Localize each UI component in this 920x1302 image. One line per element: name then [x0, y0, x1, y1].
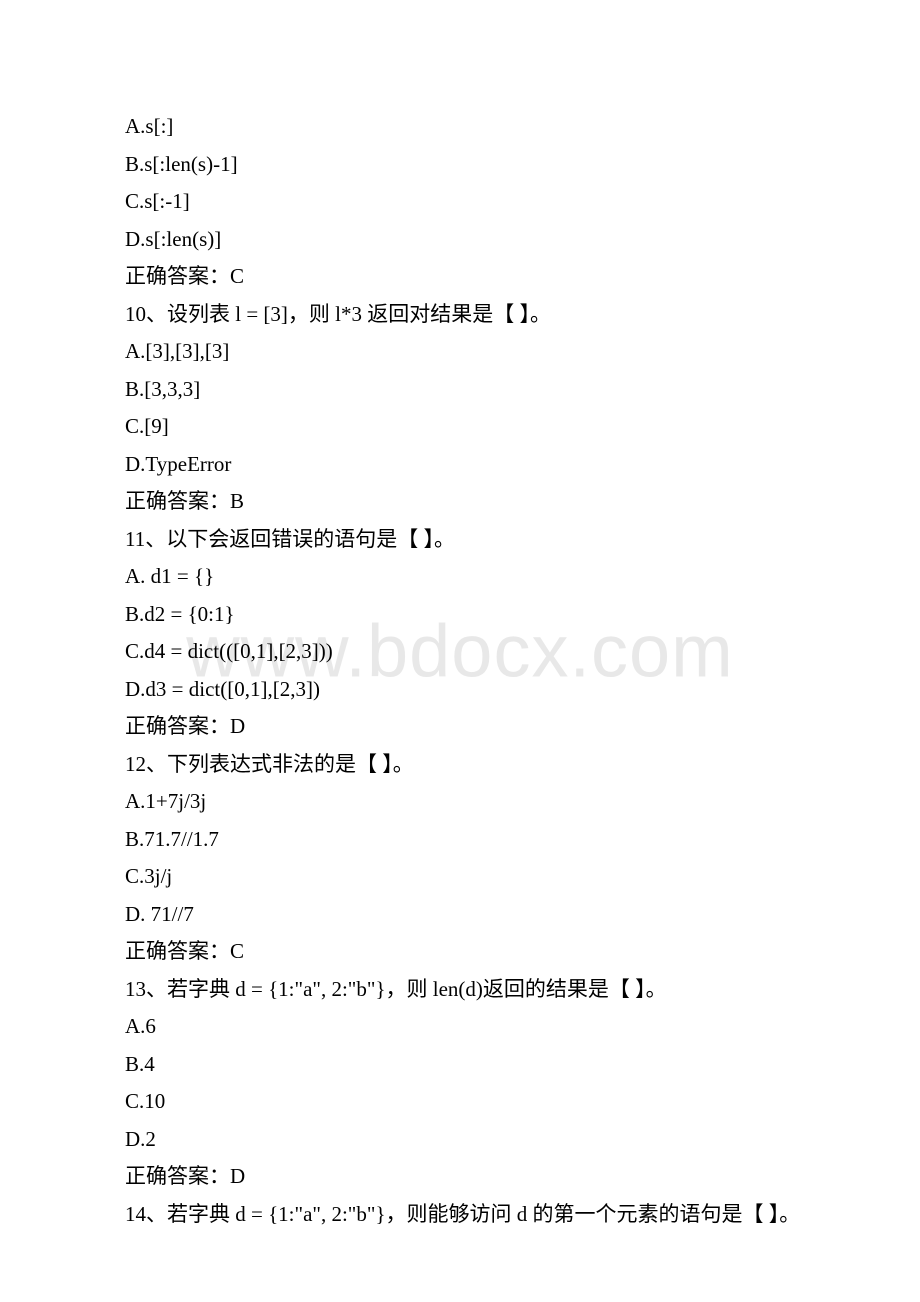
question-line: 11、以下会返回错误的语句是【 】。 [125, 521, 805, 559]
text-line: B.71.7//1.7 [125, 821, 805, 859]
text-line: A.[3],[3],[3] [125, 333, 805, 371]
text-line: A.6 [125, 1008, 805, 1046]
answer-line: 正确答案：D [125, 1158, 805, 1196]
answer-line: 正确答案：C [125, 933, 805, 971]
text-line: C.[9] [125, 408, 805, 446]
text-line: B.d2 = {0:1} [125, 596, 805, 634]
question-line: 14、若字典 d = {1:"a", 2:"b"}，则能够访问 d 的第一个元素… [125, 1196, 805, 1234]
text-line: A.s[:] [125, 108, 805, 146]
answer-line: 正确答案：C [125, 258, 805, 296]
text-line: B.[3,3,3] [125, 371, 805, 409]
text-line: B.4 [125, 1046, 805, 1084]
text-line: D. 71//7 [125, 896, 805, 934]
text-line: C.d4 = dict(([0,1],[2,3])) [125, 633, 805, 671]
text-line: A.1+7j/3j [125, 783, 805, 821]
answer-line: 正确答案：D [125, 708, 805, 746]
question-line: 12、下列表达式非法的是【 】。 [125, 746, 805, 784]
text-line: A. d1 = {} [125, 558, 805, 596]
text-line: B.s[:len(s)-1] [125, 146, 805, 184]
text-line: D.d3 = dict([0,1],[2,3]) [125, 671, 805, 709]
document-content: A.s[:] B.s[:len(s)-1] C.s[:-1] D.s[:len(… [125, 108, 805, 1233]
question-line: 13、若字典 d = {1:"a", 2:"b"}，则 len(d)返回的结果是… [125, 971, 805, 1009]
text-line: D.2 [125, 1121, 805, 1159]
text-line: D.s[:len(s)] [125, 221, 805, 259]
text-line: C.3j/j [125, 858, 805, 896]
question-line: 10、设列表 l = [3]，则 l*3 返回对结果是【 】。 [125, 296, 805, 334]
answer-line: 正确答案：B [125, 483, 805, 521]
text-line: D.TypeError [125, 446, 805, 484]
text-line: C.s[:-1] [125, 183, 805, 221]
text-line: C.10 [125, 1083, 805, 1121]
